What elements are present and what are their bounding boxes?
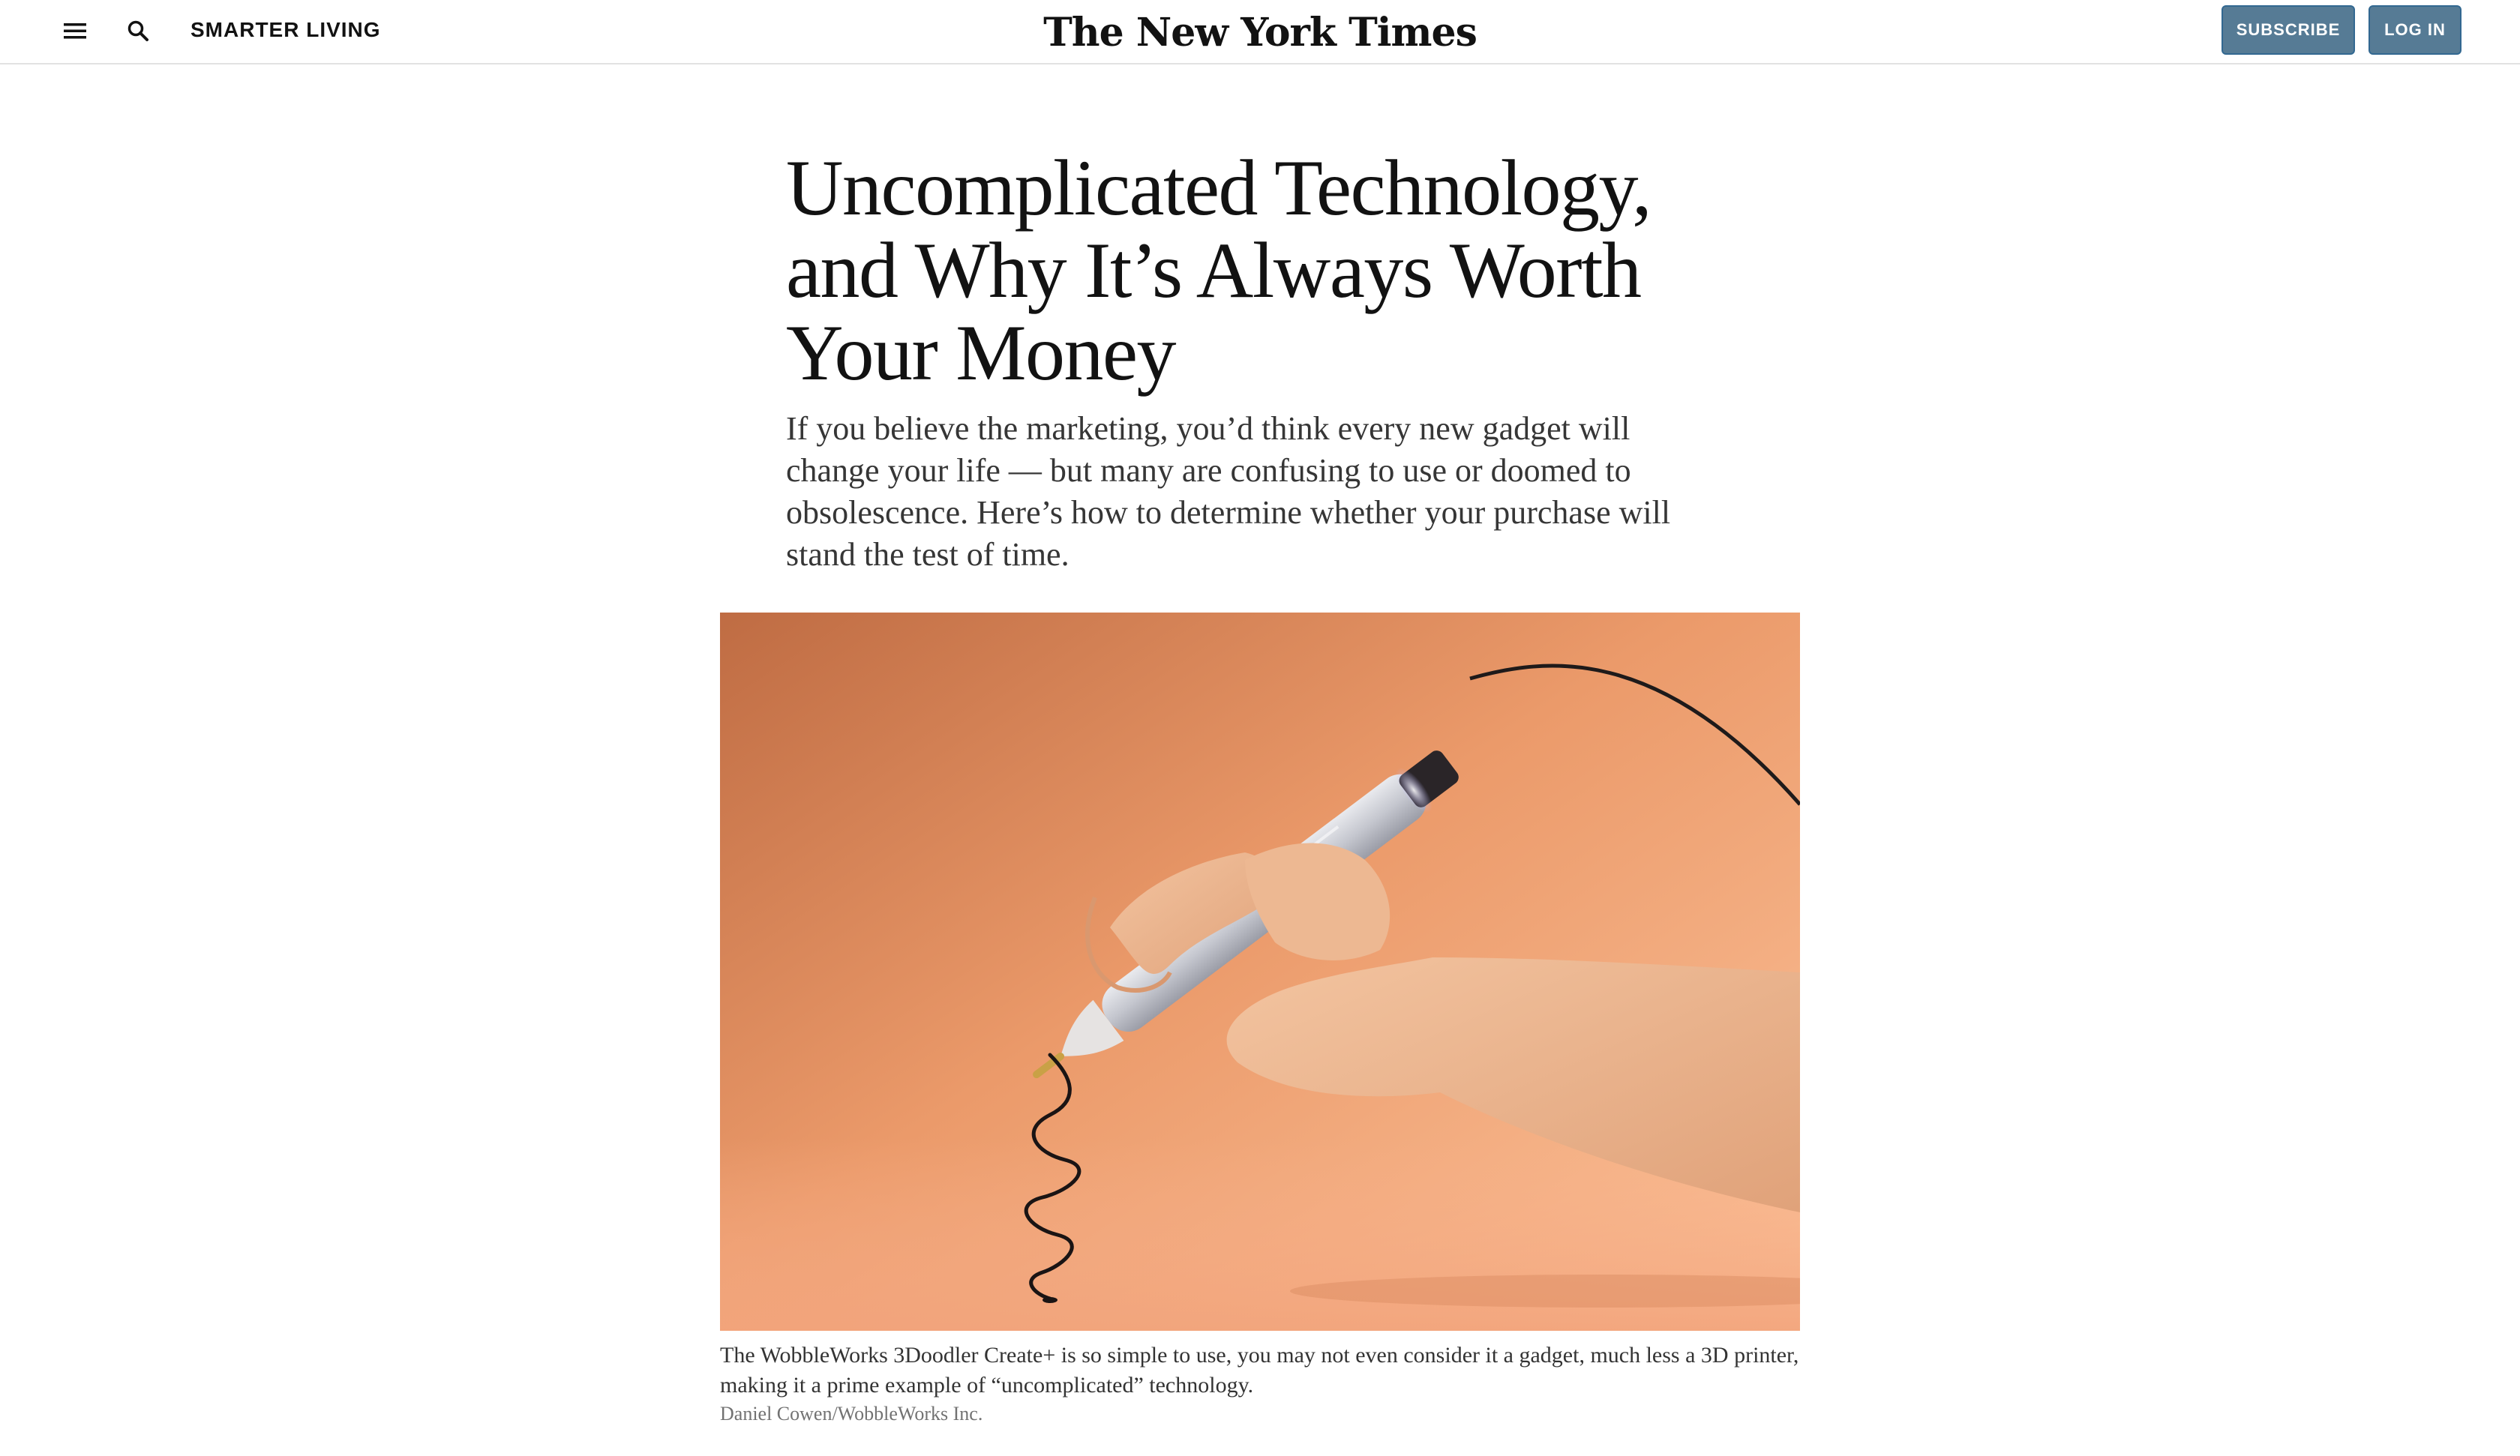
login-button[interactable]: LOG IN (2368, 5, 2462, 55)
3d-pen-photo (720, 613, 1800, 1331)
lead-image (720, 613, 1800, 1331)
search-button[interactable] (118, 13, 158, 48)
image-credit: Daniel Cowen/WobbleWorks Inc. (720, 1403, 983, 1425)
image-caption: The WobbleWorks 3Doodler Create+ is so s… (720, 1343, 1799, 1398)
hamburger-menu-icon (64, 23, 86, 39)
article-summary: If you believe the marketing, you’d thin… (786, 410, 1671, 573)
menu-button[interactable] (52, 13, 98, 48)
search-icon (128, 20, 148, 41)
masthead-logo[interactable]: The New York Times (1035, 6, 1485, 58)
top-navigation-bar: SMARTER LIVING The New York Times SUBSCR… (0, 0, 2520, 64)
section-link-smarter-living[interactable]: SMARTER LIVING (190, 15, 381, 45)
subscribe-button[interactable]: SUBSCRIBE (2222, 5, 2355, 55)
article-headline: Uncomplicated Technology, and Why It’s A… (786, 144, 1652, 397)
